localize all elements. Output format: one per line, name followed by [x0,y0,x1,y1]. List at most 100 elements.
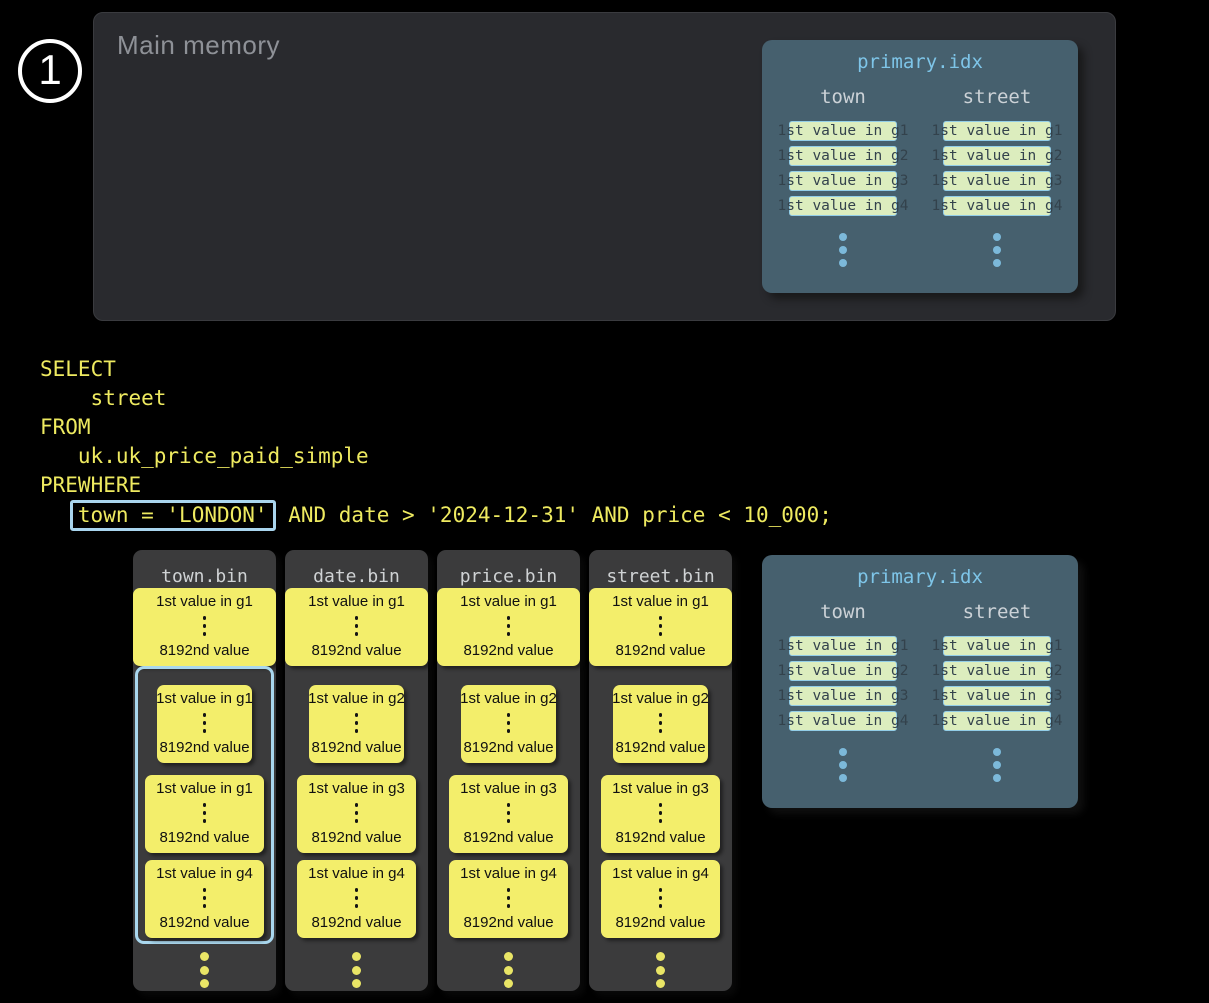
dark-dot [507,896,511,900]
granule-ellipsis-dots [203,888,207,908]
granule-ellipsis-dots [659,803,663,823]
index-mark-chip: 1st value in g1 [789,636,897,656]
dark-dot [203,896,207,900]
more-index-entries-dots [839,233,847,267]
granule-group: 1st value in g28192nd value 1st value in … [591,666,730,944]
dark-dot [659,819,663,823]
index-mark-chip: 1st value in g1 [943,121,1051,141]
blue-dot [993,259,1001,267]
blue-dot [993,748,1001,756]
bin-panels: town.bin1st value in g18192nd value1st v… [133,550,732,991]
granule-block: 1st value in g18192nd value [133,588,276,666]
sql-line-prewhere-condition: town = 'LONDON' AND date > '2024-12-31' … [40,500,832,529]
dark-dot [659,896,663,900]
primary-idx-title: primary.idx [762,566,1078,588]
index-mark-chip: 1st value in g2 [943,146,1051,166]
dark-dot [203,624,207,628]
step-number: 1 [38,49,61,91]
more-granules-dots [437,952,580,988]
more-index-entries-dots [839,748,847,782]
dark-dot [355,616,359,620]
index-mark-chip: 1st value in g2 [943,661,1051,681]
granule-ellipsis-dots [355,803,359,823]
dark-dot [507,616,511,620]
dark-dot [355,729,359,733]
sql-line: PREWHERE [40,471,832,500]
bin-file-title: date.bin [285,550,428,588]
granule-first-value: 1st value in g1 [460,593,557,610]
predicate-rest: AND date > '2024-12-31' AND price < 10_0… [276,503,832,527]
granule-last-value: 8192nd value [159,914,249,931]
granule-first-value: 1st value in g1 [308,593,405,610]
granule-first-value: 1st value in g4 [308,865,405,882]
granule-block: 1st value in g48192nd value [297,860,416,938]
dark-dot [203,721,207,725]
index-columns: town 1st value in g1 1st value in g2 1st va… [762,86,1078,267]
dark-dot [203,803,207,807]
granule-first-value: 1st value in g4 [460,865,557,882]
dark-dot [659,904,663,908]
yellow-dot [352,966,361,975]
index-mark-chip: 1st value in g1 [789,121,897,141]
dark-dot [355,896,359,900]
dark-dot [659,616,663,620]
dark-dot [203,811,207,815]
dark-dot [203,819,207,823]
bin-panel-price: price.bin1st value in g18192nd value1st … [437,550,580,991]
granule-ellipsis-dots [507,888,511,908]
index-column-header: street [963,601,1032,623]
dark-dot [355,888,359,892]
granule-first-value: 1st value in g4 [612,865,709,882]
granule-ellipsis-dots [507,616,511,636]
granule-ellipsis-dots [203,616,207,636]
dark-dot [203,729,207,733]
granule-last-value: 8192nd value [159,829,249,846]
index-mark-chip: 1st value in g2 [789,146,897,166]
granule-first-value: 1st value in g1 [156,690,253,707]
granule-ellipsis-dots [355,888,359,908]
granule-last-value: 8192nd value [463,829,553,846]
index-column-town: town1st value in g11st value in g21st va… [784,601,902,782]
selected-granule-range: 1st value in g18192nd value1st value in … [135,666,274,944]
index-column-header: town [820,86,866,108]
sql-query: SELECTstreetFROMuk.uk_price_paid_simpleP… [40,355,832,529]
index-column-town: town 1st value in g1 1st value in g2 1st va… [784,86,902,267]
index-mark-chip: 1st value in g4 [789,711,897,731]
granule-block: 1st value in g48192nd value [145,860,264,938]
granule-group: 1st value in g28192nd value1st value in … [287,666,426,944]
granule-last-value: 8192nd value [615,914,705,931]
dark-dot [203,888,207,892]
granule-block: 1st value in g28192nd value [613,685,708,763]
dark-dot [659,713,663,717]
dark-dot [355,624,359,628]
granule-ellipsis-dots [203,713,207,733]
granule-first-value: 1st value in g1 [156,593,253,610]
index-mark-chip: 1st value in g3 [943,686,1051,706]
granule-ellipsis-dots [507,713,511,733]
index-mark-chip: 1st value in g3 [789,171,897,191]
blue-dot [839,259,847,267]
yellow-dot [504,979,513,988]
granule-ellipsis-dots [507,803,511,823]
blue-dot [839,748,847,756]
blue-dot [993,233,1001,241]
dark-dot [203,713,207,717]
index-columns: town 1st value in g1 1st value in g2 1st va… [762,601,1078,782]
blue-dot [839,774,847,782]
dark-dot [507,624,511,628]
granule-last-value: 8192nd value [615,829,705,846]
dark-dot [355,721,359,725]
dark-dot [355,819,359,823]
dark-dot [659,721,663,725]
yellow-dot [656,952,665,961]
granule-last-value: 8192nd value [615,739,705,756]
granule-group: 1st value in g28192nd value1st value in … [439,666,578,944]
dark-dot [507,713,511,717]
blue-dot [839,761,847,769]
granule-ellipsis-dots [659,888,663,908]
index-column-header: town [820,601,866,623]
bin-file-title: street.bin [589,550,732,588]
dark-dot [355,811,359,815]
primary-idx-title: primary.idx [762,51,1078,73]
blue-dot [993,246,1001,254]
